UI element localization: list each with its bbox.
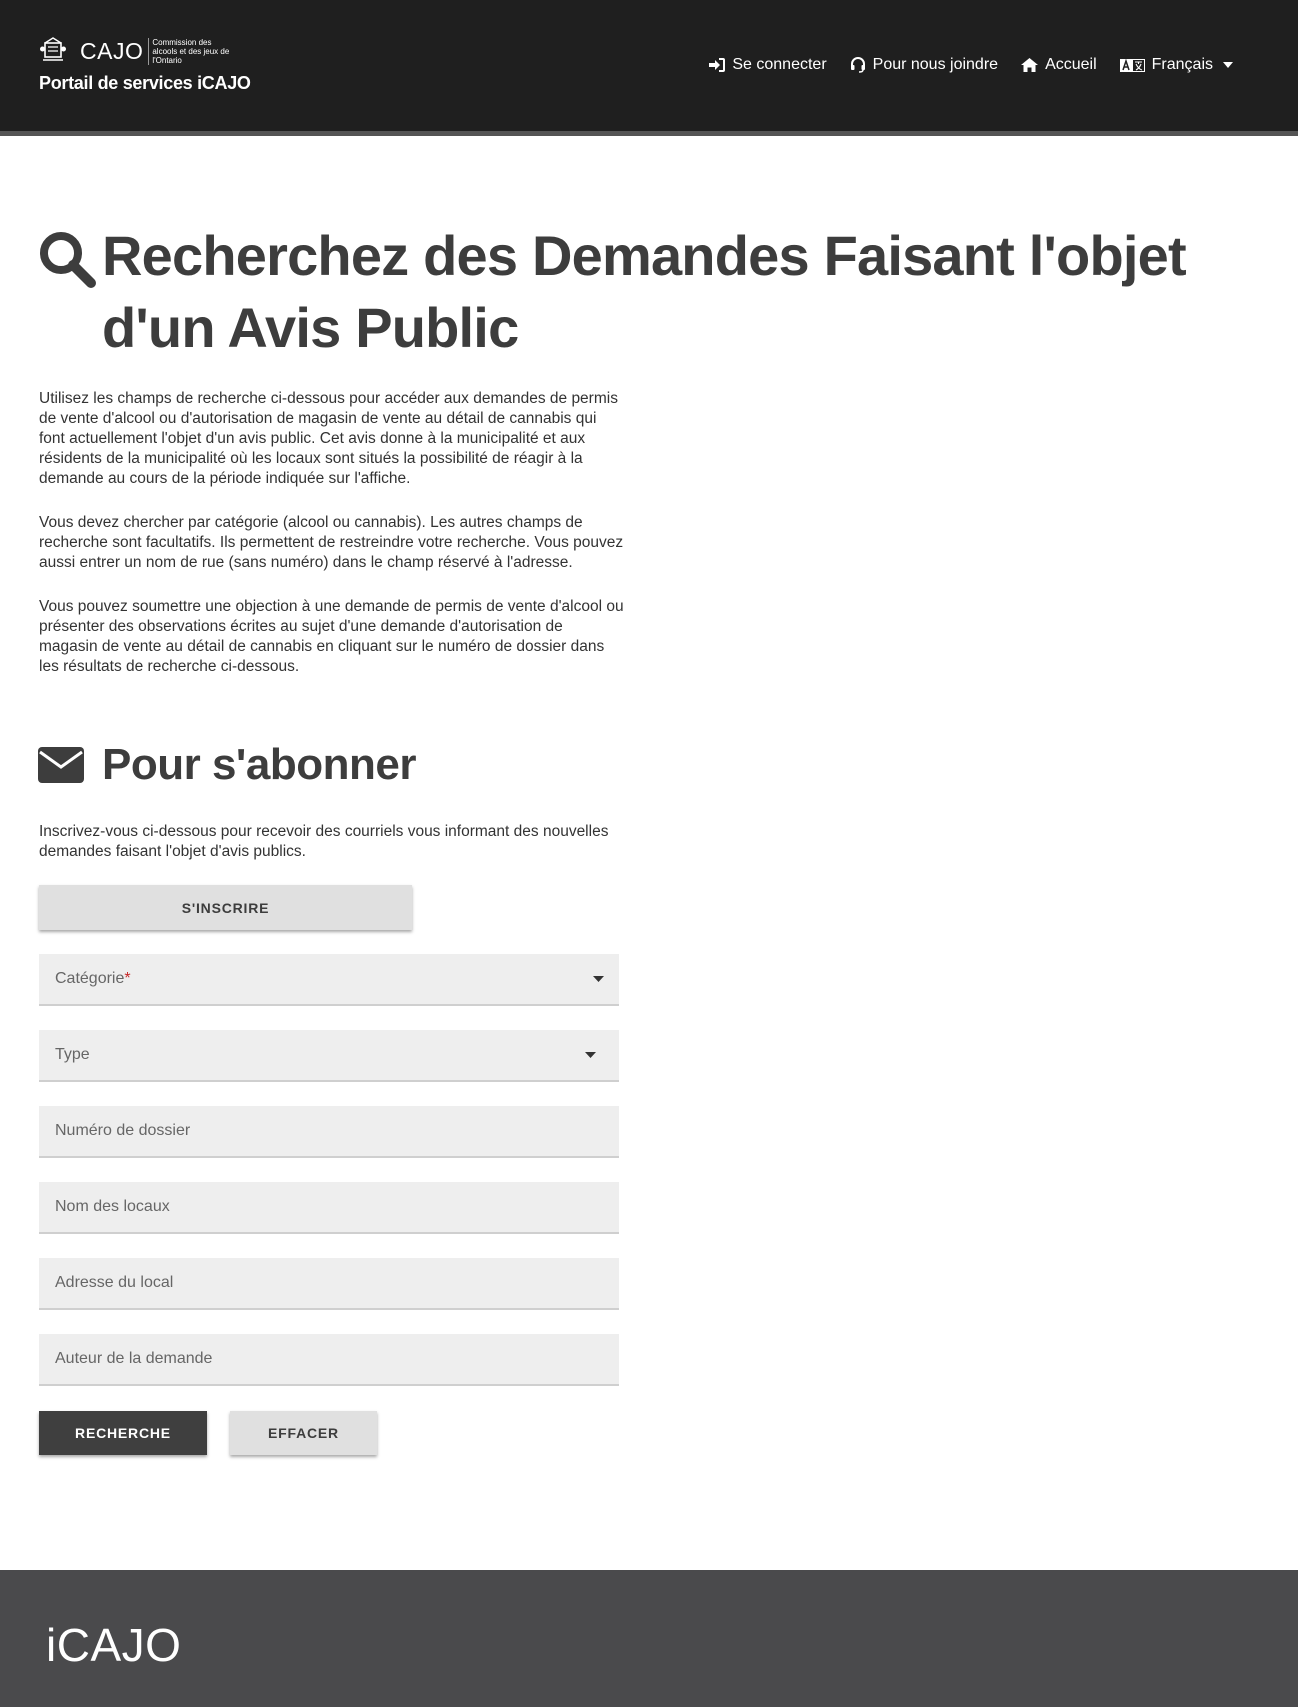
headset-icon xyxy=(850,57,865,73)
language-dropdown[interactable]: Français xyxy=(1119,56,1240,74)
nav-contact-link[interactable]: Pour nous joindre xyxy=(850,56,998,74)
subscribe-description: Inscrivez-vous ci-dessous pour recevoir … xyxy=(39,823,609,860)
subscribe-title: Pour s'abonner xyxy=(102,740,416,789)
premises-name-field[interactable]: Nom des locaux xyxy=(39,1182,619,1234)
page-title-block: Recherchez des Demandes Faisant l'objet … xyxy=(38,220,1278,364)
intro-text: Utilisez les champs de recherche ci-dess… xyxy=(39,389,624,701)
caret-down-icon xyxy=(1223,62,1233,68)
file-number-label: Numéro de dossier xyxy=(55,1122,191,1139)
search-button[interactable]: Recherche xyxy=(39,1411,207,1455)
nav-home-label: Accueil xyxy=(1045,56,1097,73)
language-label: Français xyxy=(1151,56,1213,73)
nav-home-link[interactable]: Accueil xyxy=(1021,56,1097,74)
type-select[interactable]: Type xyxy=(39,1030,619,1082)
applicant-label: Auteur de la demande xyxy=(55,1350,213,1367)
brand-subtitle: Commission des alcools et des jeux de l'… xyxy=(148,37,237,65)
premises-address-field[interactable]: Adresse du local xyxy=(39,1258,619,1310)
category-select[interactable]: Catégorie* xyxy=(39,954,619,1006)
sign-in-icon xyxy=(709,58,726,72)
site-logo[interactable]: CAJO Commission des alcools et des jeux … xyxy=(39,36,251,94)
brand-name: CAJO xyxy=(80,37,144,64)
premises-address-label: Adresse du local xyxy=(55,1274,174,1291)
intro-paragraph: Vous pouvez soumettre une objection à un… xyxy=(39,598,624,675)
subscribe-button[interactable]: S'inscrire xyxy=(39,885,412,930)
category-label: Catégorie* xyxy=(55,970,131,987)
top-nav: Se connecter Pour nous joindre Accueil F… xyxy=(686,56,1240,74)
required-marker: * xyxy=(124,970,131,987)
file-number-field[interactable]: Numéro de dossier xyxy=(39,1106,619,1158)
applicant-field[interactable]: Auteur de la demande xyxy=(39,1334,619,1386)
language-icon xyxy=(1119,58,1145,72)
intro-paragraph: Vous devez chercher par catégorie (alcoo… xyxy=(39,514,624,571)
intro-paragraph: Utilisez les champs de recherche ci-dess… xyxy=(39,390,618,487)
footer-logo[interactable]: iCAJO xyxy=(46,1618,181,1672)
page-title: Recherchez des Demandes Faisant l'objet … xyxy=(102,224,1187,359)
nav-contact-label: Pour nous joindre xyxy=(872,56,999,73)
site-footer: iCAJO xyxy=(0,1570,1298,1707)
chevron-down-icon xyxy=(593,976,604,982)
envelope-icon xyxy=(38,747,84,783)
ontario-crest-icon xyxy=(40,37,66,61)
portal-name: Portail de services iCAJO xyxy=(39,73,251,93)
search-icon xyxy=(40,232,96,288)
subscribe-heading-block: Pour s'abonner xyxy=(38,740,416,790)
nav-login-label: Se connecter xyxy=(732,56,827,73)
clear-button[interactable]: Effacer xyxy=(230,1411,377,1455)
nav-login-link[interactable]: Se connecter xyxy=(709,56,827,74)
premises-name-label: Nom des locaux xyxy=(55,1198,170,1215)
chevron-down-icon xyxy=(585,1052,596,1058)
home-icon xyxy=(1021,58,1039,72)
type-label: Type xyxy=(55,1046,90,1063)
site-header: CAJO Commission des alcools et des jeux … xyxy=(0,0,1298,136)
